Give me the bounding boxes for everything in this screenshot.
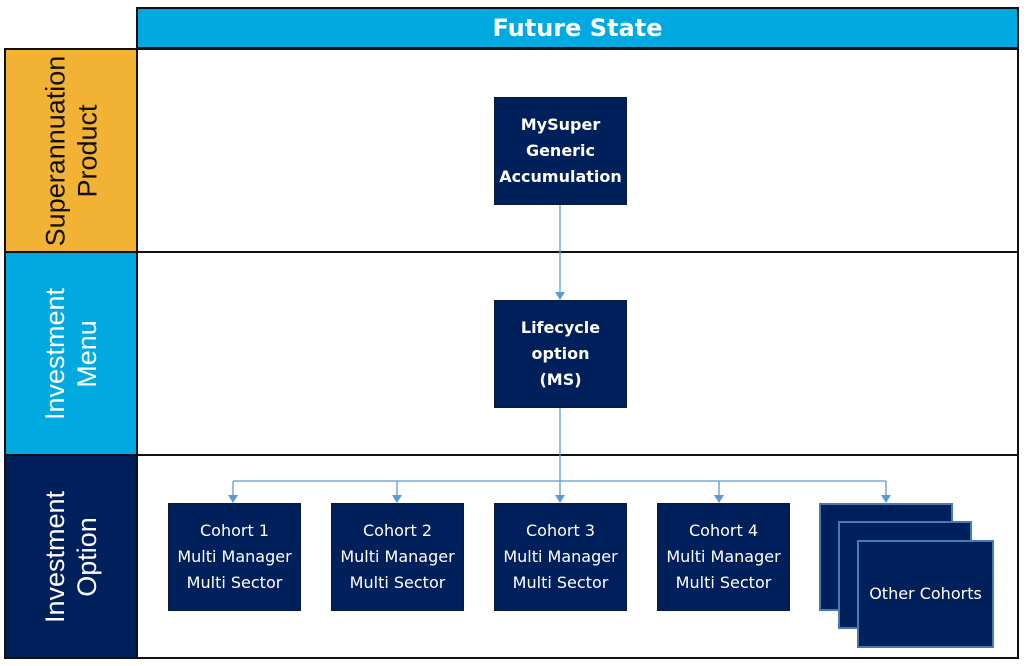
node-cohort-3: Cohort 3 Multi Manager Multi Sector (494, 503, 627, 611)
node-mysuper: MySuper Generic Accumulation (494, 97, 627, 205)
node-cohort-2: Cohort 2 Multi Manager Multi Sector (331, 503, 464, 611)
node-cohort-1: Cohort 1 Multi Manager Multi Sector (168, 503, 301, 611)
node-lifecycle-option: Lifecycle option (MS) (494, 300, 627, 408)
node-other-cohorts: Other Cohorts (857, 540, 994, 648)
node-cohort-4: Cohort 4 Multi Manager Multi Sector (657, 503, 790, 611)
